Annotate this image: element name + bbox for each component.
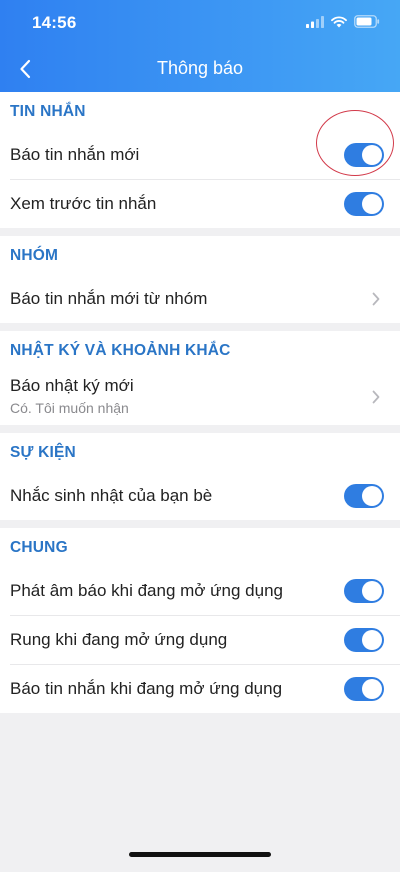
- section-messages: TIN NHẮN Báo tin nhắn mới Xem trước tin …: [0, 92, 400, 228]
- row-label: Báo tin nhắn mới: [10, 144, 140, 164]
- in-app-vibrate-row[interactable]: Rung khi đang mở ứng dụng: [0, 615, 400, 664]
- status-icons: [306, 15, 380, 28]
- in-app-message-notification-row[interactable]: Báo tin nhắn khi đang mở ứng dụng: [0, 664, 400, 713]
- section-header-groups: NHÓM: [10, 247, 59, 264]
- chevron-right-icon: [372, 292, 380, 305]
- settings-list: TIN NHẮN Báo tin nhắn mới Xem trước tin …: [0, 92, 400, 721]
- row-label: Phát âm báo khi đang mở ứng dụng: [10, 580, 283, 600]
- group-message-notification-row[interactable]: Báo tin nhắn mới từ nhóm: [0, 274, 400, 323]
- new-message-notification-row[interactable]: Báo tin nhắn mới: [0, 130, 400, 179]
- in-app-message-notification-toggle[interactable]: [344, 676, 384, 701]
- row-label: Rung khi đang mở ứng dụng: [10, 629, 228, 649]
- in-app-sound-toggle[interactable]: [344, 578, 384, 603]
- message-preview-row[interactable]: Xem trước tin nhắn: [0, 179, 400, 228]
- page-title: Thông báo: [156, 58, 244, 78]
- section-header-general: CHUNG: [10, 539, 68, 556]
- in-app-sound-row[interactable]: Phát âm báo khi đang mở ứng dụng: [0, 566, 400, 615]
- row-label: Báo tin nhắn mới từ nhóm: [10, 288, 208, 308]
- message-preview-toggle[interactable]: [344, 191, 384, 216]
- section-groups: NHÓM Báo tin nhắn mới từ nhóm: [0, 236, 400, 323]
- status-bar: 14:56: [0, 0, 400, 46]
- battery-icon: [354, 15, 380, 28]
- new-message-notification-toggle[interactable]: [344, 142, 384, 167]
- row-sublabel: Có. Tôi muốn nhận: [10, 400, 129, 416]
- section-header-events: SỰ KIỆN: [10, 444, 76, 461]
- section-general: CHUNG Phát âm báo khi đang mở ứng dụng R…: [0, 528, 400, 713]
- row-label: Báo tin nhắn khi đang mở ứng dụng: [10, 678, 283, 698]
- section-header-messages: TIN NHẮN: [10, 103, 86, 120]
- row-label: Xem trước tin nhắn: [10, 193, 157, 213]
- section-timeline: NHẬT KÝ VÀ KHOẢNH KHẮC Báo nhật ký mới C…: [0, 331, 400, 425]
- birthday-reminder-toggle[interactable]: [344, 483, 384, 508]
- home-indicator: [129, 852, 271, 857]
- section-events: SỰ KIỆN Nhắc sinh nhật của bạn bè: [0, 433, 400, 520]
- birthday-reminder-row[interactable]: Nhắc sinh nhật của bạn bè: [0, 471, 400, 520]
- in-app-vibrate-toggle[interactable]: [344, 627, 384, 652]
- cellular-signal-icon: [306, 15, 324, 28]
- chevron-right-icon: [372, 390, 380, 404]
- navigation-bar: Thông báo: [0, 46, 400, 92]
- row-label: Nhắc sinh nhật của bạn bè: [10, 485, 213, 505]
- status-time: 14:56: [32, 13, 77, 32]
- row-label: Báo nhật ký mới: [10, 376, 134, 395]
- new-timeline-notification-row[interactable]: Báo nhật ký mới Có. Tôi muốn nhận: [0, 369, 400, 425]
- section-header-timeline: NHẬT KÝ VÀ KHOẢNH KHẮC: [10, 342, 231, 359]
- app-header: 14:56 Thông báo: [0, 0, 400, 92]
- wifi-icon: [331, 15, 347, 27]
